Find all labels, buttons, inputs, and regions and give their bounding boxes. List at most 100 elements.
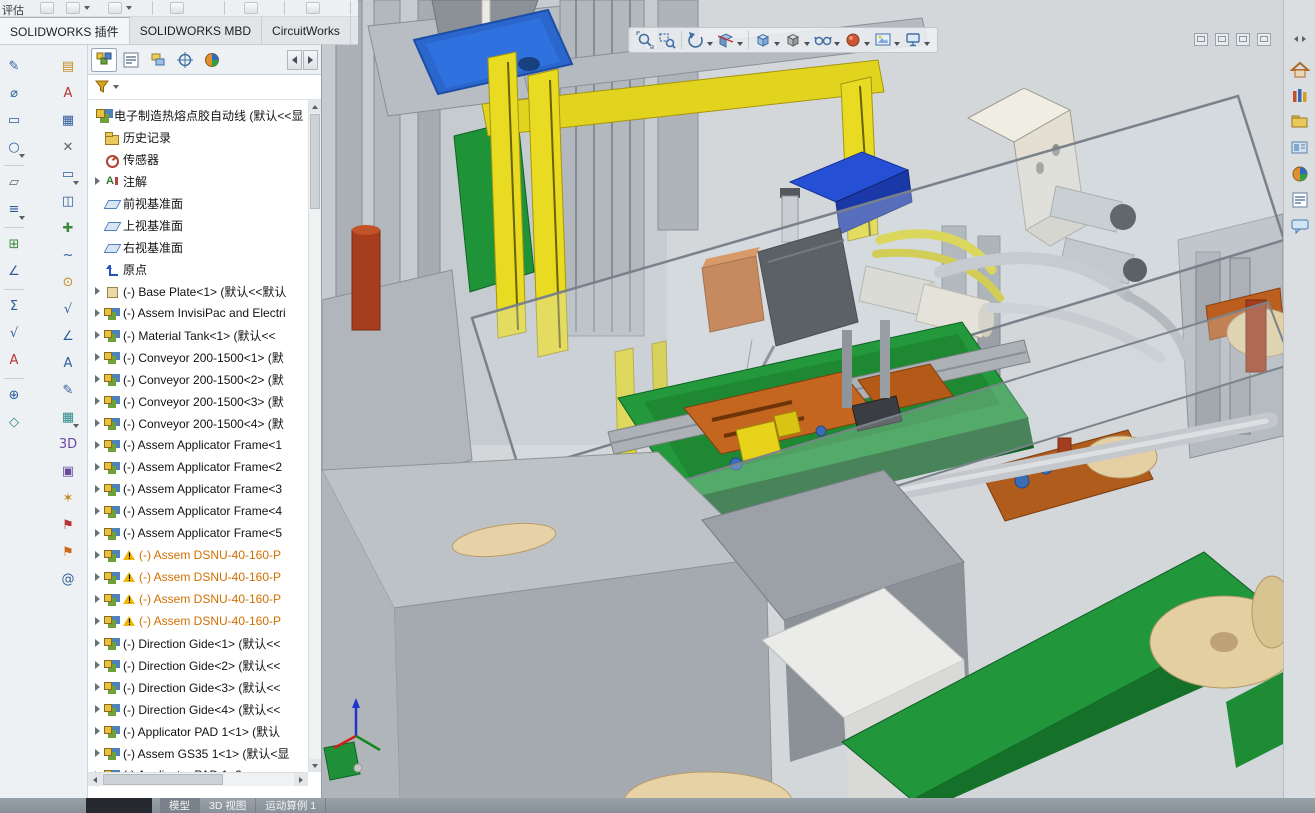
view-orientation-icon[interactable] <box>752 30 774 50</box>
view-settings-icon[interactable] <box>902 30 924 50</box>
smart-dimension-icon[interactable]: ⌀ <box>2 80 26 107</box>
tree-item[interactable]: (-) Direction Gide<4> (默认<< <box>88 698 321 720</box>
tree-origin[interactable]: 原点 <box>88 258 321 280</box>
scrollbar-thumb[interactable] <box>103 774 223 785</box>
toolbar-nub-icon[interactable] <box>108 2 122 14</box>
scrollbar-thumb[interactable] <box>310 114 320 209</box>
hide-show-items-icon[interactable] <box>812 30 834 50</box>
tree-item[interactable]: (-) Conveyor 200-1500<2> (默 <box>88 368 321 390</box>
scroll-left-icon[interactable] <box>88 773 102 786</box>
toolbar-nub-icon[interactable] <box>170 2 184 14</box>
edit-appearance-icon[interactable] <box>842 30 864 50</box>
part-template-icon[interactable]: ▤ <box>56 53 80 80</box>
grid-icon[interactable]: ⊞ <box>2 231 26 258</box>
expand-arrow-icon[interactable] <box>92 440 103 451</box>
task-pane-expand-icon[interactable] <box>1293 36 1298 42</box>
annotation-a-icon[interactable]: A <box>56 80 80 107</box>
expand-arrow-icon[interactable] <box>92 352 103 363</box>
expand-arrow-icon[interactable] <box>92 704 103 715</box>
tab-configurationmanager[interactable] <box>145 48 171 72</box>
tree-root-assembly[interactable]: 电子制造热熔点胶自动线 (默认<<显 <box>88 104 321 126</box>
measure-angle-icon[interactable]: ∠ <box>56 323 80 350</box>
filter-funnel-icon[interactable] <box>94 79 110 95</box>
tree-item[interactable]: (-) Assem DSNU-40-160-P <box>88 610 321 632</box>
appearances-scenes-icon[interactable] <box>1288 162 1312 186</box>
section-view-icon[interactable] <box>715 30 737 50</box>
expand-arrow-icon[interactable] <box>92 638 103 649</box>
expand-arrow-icon[interactable] <box>92 528 103 539</box>
design-library-icon[interactable] <box>1288 84 1312 108</box>
zoom-to-fit-icon[interactable] <box>634 30 656 50</box>
toolbar-icon[interactable] <box>1 223 27 231</box>
tree-item[interactable]: (-) Applicator PAD 1<1> (默认 <box>88 720 321 742</box>
delete-icon[interactable]: ✕ <box>56 134 80 161</box>
sketch-edit-icon[interactable]: ✎ <box>56 377 80 404</box>
expand-arrow-icon[interactable] <box>92 550 103 561</box>
flag-orange-icon[interactable]: ⚑ <box>56 539 80 566</box>
toolbar-nub-icon[interactable] <box>244 2 258 14</box>
dropdown-caret-icon[interactable] <box>84 6 90 10</box>
edrawings-icon[interactable]: @ <box>56 566 80 593</box>
toolbar-nub-icon[interactable] <box>40 2 54 14</box>
check-icon[interactable]: √ <box>2 320 26 347</box>
task-pane-collapse-icon[interactable] <box>1301 36 1306 42</box>
tab-featuremanager-design-tree[interactable] <box>91 47 117 72</box>
toolbar-icon[interactable] <box>1 285 27 293</box>
check-geometry-icon[interactable]: √ <box>56 296 80 323</box>
panel-tab-scroll-left[interactable] <box>287 49 302 70</box>
pane-vertical-icon[interactable] <box>1236 33 1250 46</box>
expand-arrow-icon[interactable] <box>92 198 103 209</box>
3d-view-icon[interactable]: 3D <box>56 431 80 458</box>
pane-horizontal-icon[interactable] <box>1215 33 1229 46</box>
toolbar-nub-icon[interactable] <box>66 2 80 14</box>
apply-scene-icon[interactable] <box>872 30 894 50</box>
tree-item[interactable]: (-) Assem DSNU-40-160-P <box>88 588 321 610</box>
previous-view-icon[interactable] <box>685 30 707 50</box>
scroll-right-icon[interactable] <box>294 773 308 786</box>
expand-arrow-icon[interactable] <box>92 154 103 165</box>
tree-item[interactable]: (-) Assem Applicator Frame<4 <box>88 500 321 522</box>
tree-item[interactable]: (-) Direction Gide<3> (默认<< <box>88 676 321 698</box>
spline-icon[interactable]: ~ <box>56 242 80 269</box>
expand-arrow-icon[interactable] <box>92 242 103 253</box>
rectangle-tool-icon[interactable]: ▭ <box>2 107 26 134</box>
statusbar-tab-3d-views[interactable]: 3D 视图 <box>200 798 257 813</box>
annotation-icon[interactable]: A <box>2 347 26 374</box>
file-explorer-icon[interactable] <box>1288 110 1312 134</box>
tree-item[interactable]: (-) Assem Applicator Frame<3 <box>88 478 321 500</box>
tree-annotations-folder[interactable]: 注解 <box>88 170 321 192</box>
expand-arrow-icon[interactable] <box>92 748 103 759</box>
tab-propertymanager[interactable] <box>118 48 144 72</box>
solidworks-forum-icon[interactable] <box>1288 214 1312 238</box>
target-icon[interactable]: ⊙ <box>56 269 80 296</box>
tree-right-plane[interactable]: 右视基准面 <box>88 236 321 258</box>
equations-icon[interactable]: Σ <box>2 293 26 320</box>
tree-item[interactable]: (-) Assem InvisiPac and Electri <box>88 302 321 324</box>
expand-arrow-icon[interactable] <box>92 396 103 407</box>
filter-dropdown-caret-icon[interactable] <box>113 85 119 89</box>
flag-red-icon[interactable]: ⚑ <box>56 512 80 539</box>
tab-displaymanager[interactable] <box>199 48 225 72</box>
linear-pattern-icon[interactable]: ≡ <box>2 196 26 223</box>
expand-arrow-icon[interactable] <box>92 506 103 517</box>
rectangle-icon[interactable]: ▭ <box>56 161 80 188</box>
expand-arrow-icon[interactable] <box>92 660 103 671</box>
tree-item[interactable]: (-) Conveyor 200-1500<3> (默 <box>88 390 321 412</box>
expand-arrow-icon[interactable] <box>92 132 103 143</box>
tree-item[interactable]: (-) Conveyor 200-1500<4> (默 <box>88 412 321 434</box>
tab-solidworks-addins[interactable]: SOLIDWORKS 插件 <box>0 17 130 44</box>
pane-close-icon[interactable] <box>1257 33 1271 46</box>
graphics-viewport[interactable] <box>322 0 1283 798</box>
angle-icon[interactable]: ∠ <box>2 258 26 285</box>
tree-horizontal-scrollbar[interactable] <box>88 772 308 786</box>
model-scene[interactable] <box>322 0 1283 798</box>
tree-history-folder[interactable]: 历史记录 <box>88 126 321 148</box>
tree-item[interactable]: (-) Assem GS35 1<1> (默认<显 <box>88 742 321 764</box>
zoom-to-area-icon[interactable] <box>656 30 678 50</box>
table-icon[interactable]: ▦ <box>56 404 80 431</box>
tree-item[interactable]: (-) Assem Applicator Frame<5 <box>88 522 321 544</box>
bom-icon[interactable]: ▣ <box>56 458 80 485</box>
expand-arrow-icon[interactable] <box>92 572 103 583</box>
view-palette-icon[interactable] <box>1288 136 1312 160</box>
tree-front-plane[interactable]: 前视基准面 <box>88 192 321 214</box>
